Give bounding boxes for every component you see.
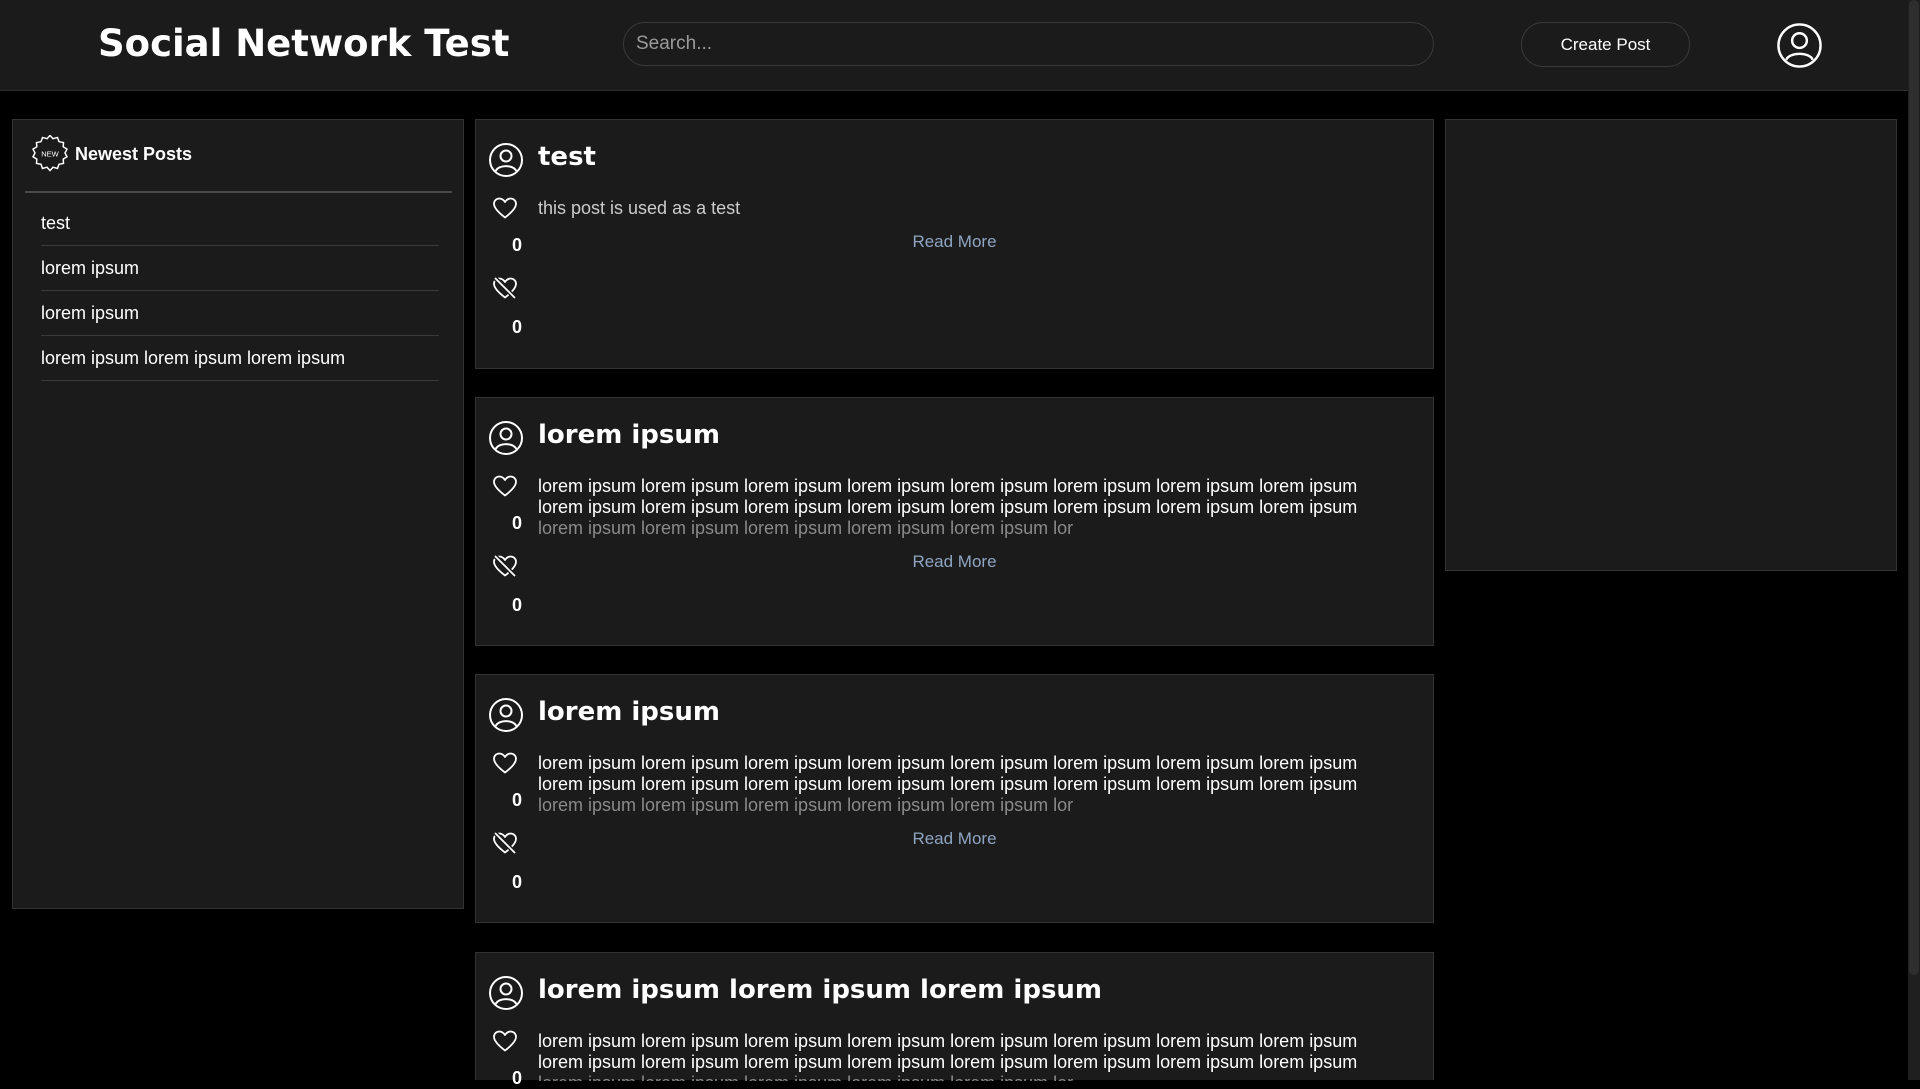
newest-posts-title: Newest Posts — [75, 143, 193, 164]
newest-post-item[interactable]: lorem ipsum lorem ipsum lorem ipsum — [41, 336, 439, 381]
post-body-line: lorem ipsum lorem ipsum lorem ipsum lore… — [538, 795, 1074, 815]
post-title[interactable]: lorem ipsum lorem ipsum lorem ipsum — [538, 975, 1102, 1005]
post-card: lorem ipsum 0 0 lorem ipsum lorem ipsum … — [475, 674, 1434, 923]
post-body-line: lorem ipsum lorem ipsum lorem ipsum lore… — [538, 497, 1358, 517]
new-badge-icon: NEW — [32, 135, 68, 172]
post-title[interactable]: test — [538, 142, 596, 172]
like-count: 0 — [512, 513, 523, 533]
newest-post-item[interactable]: lorem ipsum — [41, 291, 439, 336]
heart-icon[interactable] — [492, 474, 518, 498]
post-body: lorem ipsum lorem ipsum lorem ipsum lore… — [538, 476, 1378, 539]
heart-icon[interactable] — [492, 196, 518, 220]
svg-text:NEW: NEW — [41, 150, 59, 159]
post-card: lorem ipsum 0 0 lorem ipsum lorem ipsum … — [475, 397, 1434, 646]
user-circle-icon — [489, 976, 523, 1010]
top-navbar: Social Network Test Create Post — [0, 0, 1908, 91]
post-body: lorem ipsum lorem ipsum lorem ipsum lore… — [538, 753, 1378, 816]
right-sidebar-panel — [1445, 119, 1897, 571]
search-input[interactable] — [623, 22, 1434, 66]
read-more-link[interactable]: Read More — [476, 232, 1433, 252]
like-count: 0 — [512, 790, 523, 810]
post-body-line: lorem ipsum lorem ipsum lorem ipsum lore… — [538, 774, 1358, 794]
post-body-line: lorem ipsum lorem ipsum lorem ipsum lore… — [538, 476, 1358, 496]
post-body-line: lorem ipsum lorem ipsum lorem ipsum lore… — [538, 1031, 1358, 1051]
post-body: lorem ipsum lorem ipsum lorem ipsum lore… — [538, 1031, 1378, 1081]
newest-post-item[interactable]: lorem ipsum — [41, 246, 439, 291]
user-circle-icon — [489, 421, 523, 455]
create-post-button[interactable]: Create Post — [1521, 22, 1690, 67]
post-body-line: lorem ipsum lorem ipsum lorem ipsum lore… — [538, 518, 1074, 538]
user-circle-icon — [489, 143, 523, 177]
newest-posts-panel: NEW Newest Posts test lorem ipsum lorem … — [12, 119, 464, 909]
post-title[interactable]: lorem ipsum — [538, 697, 720, 727]
post-body-line: lorem ipsum lorem ipsum lorem ipsum lore… — [538, 1052, 1358, 1072]
post-body: this post is used as a test — [538, 198, 1378, 219]
post-card: lorem ipsum lorem ipsum lorem ipsum 0 lo… — [475, 952, 1434, 1088]
user-circle-icon — [489, 698, 523, 732]
heart-icon[interactable] — [492, 751, 518, 775]
post-body-line: this post is used as a test — [538, 198, 741, 218]
broken-heart-icon[interactable] — [492, 276, 518, 300]
post-body-line: lorem ipsum lorem ipsum lorem ipsum lore… — [538, 753, 1358, 773]
like-count: 0 — [512, 1068, 523, 1088]
newest-posts-header: NEW Newest Posts — [31, 135, 192, 173]
site-title[interactable]: Social Network Test — [98, 22, 509, 65]
newest-post-item[interactable]: test — [41, 201, 439, 246]
heart-icon[interactable] — [492, 1029, 518, 1053]
user-circle-icon[interactable] — [1776, 22, 1823, 69]
dislike-count: 0 — [512, 595, 523, 615]
divider — [25, 191, 452, 193]
post-card: test 0 0 this post is used as a test Rea… — [475, 119, 1434, 369]
dislike-count: 0 — [512, 317, 523, 337]
dislike-count: 0 — [512, 872, 523, 892]
read-more-link[interactable]: Read More — [476, 552, 1433, 572]
scrollbar-thumb[interactable] — [1909, 0, 1919, 975]
newest-posts-list: test lorem ipsum lorem ipsum lorem ipsum… — [41, 201, 439, 381]
read-more-link[interactable]: Read More — [476, 829, 1433, 849]
post-title[interactable]: lorem ipsum — [538, 420, 720, 450]
